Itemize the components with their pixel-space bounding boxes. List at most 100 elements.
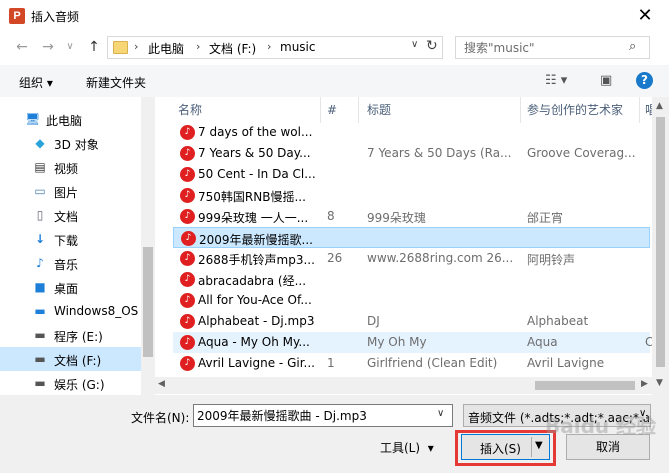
file-num-cell: 8 [327,209,335,223]
file-row[interactable]: ♪ 50 Cent - In Da Cl... [173,164,650,185]
sidebar-item-3d-objects[interactable]: ◆ 3D 对象 [0,131,141,155]
sidebar-item-this-pc[interactable]: 🖥 此电脑 [0,107,141,131]
new-folder-button[interactable]: 新建文件夹 [86,74,146,91]
scroll-left-icon[interactable]: ◀ [158,379,165,389]
navigation-bar: ← → ∨ ↑ › 此电脑 › 文档 (F:) › music ∨ ↻ ⌕ [0,31,669,65]
sidebar-item-music[interactable]: ♪ 音乐 [0,251,141,275]
document-icon: ▯ [36,208,44,222]
window-title: 插入音频 [31,10,80,24]
music-file-icon: ♪ [180,167,195,182]
file-title-cell: DJ [367,314,380,328]
annotation-highlight [455,430,556,466]
scrollbar-thumb[interactable] [535,381,635,390]
sidebar-item-drive-e[interactable]: ▬ 程序 (E:) [0,323,141,347]
sidebar-item-downloads[interactable]: ↓ 下载 [0,227,141,251]
file-title-cell: My Oh My [367,335,427,349]
column-header-name[interactable]: 名称 [178,97,202,123]
file-row[interactable]: ♪ 7 Years & 50 Day... 7 Years & 50 Days (R… [173,143,650,164]
up-button[interactable]: ↑ [84,37,104,57]
tools-dropdown-arrow: ▾ [427,441,434,455]
file-row[interactable]: ♪ 2688手机铃声mp3... 26 www.2688ring.com 26... 阿… [173,248,650,269]
address-bar[interactable]: › 此电脑 › 文档 (F:) › music ∨ ↻ [107,36,443,59]
sidebar-item-documents[interactable]: ▯ 文档 [0,203,141,227]
scroll-down-icon[interactable]: ▼ [656,378,663,388]
sidebar-item-label: 程序 (E:) [54,330,103,344]
music-file-icon: ♪ [180,251,195,266]
help-icon[interactable]: ? [636,72,653,89]
sidebar-item-label: 下载 [54,234,79,248]
preview-pane-icon[interactable]: ▣ [600,73,612,88]
folder-icon [113,41,128,54]
file-name-cell: Alphabeat - Dj.mp3 [198,314,315,328]
back-button[interactable]: ← [12,37,32,57]
file-artist-cell: 阿明铃声 [527,253,576,267]
close-button[interactable]: ✕ [622,0,668,31]
navigation-scrollbar[interactable] [141,97,155,395]
scroll-right-icon[interactable]: ▶ [641,379,648,389]
file-row[interactable]: ♪ Aqua - My Oh My... My Oh My Aqua C [173,332,653,353]
sidebar-item-drive-f[interactable]: ▬ 文档 (F:) [0,347,141,371]
sidebar-item-label: Windows8_OS [54,304,139,318]
file-list: ^ 名称 # 标题 参与创作的艺术家 唱 ♪ 7 days of the wol.… [168,97,669,395]
column-divider[interactable] [358,97,359,123]
file-row[interactable]: ♪ 2009年最新慢摇歌... [173,227,650,248]
file-row[interactable]: ♪ 999朵玫瑰 一人一... 8 999朵玫瑰 邰正宵 [173,206,650,227]
column-header-title[interactable]: 标题 [367,97,391,123]
column-divider[interactable] [520,97,521,123]
sidebar-item-label: 音乐 [54,258,79,272]
command-bar: 组织 ▾ 新建文件夹 ☷ ▾ ▣ ? [0,65,669,97]
file-row[interactable]: ♪ All for You-Ace Of... [173,290,650,311]
chevron-down-icon[interactable]: ∨ [437,408,444,419]
file-title-cell: Girlfriend (Clean Edit) [367,356,498,370]
horizontal-scrollbar[interactable]: ◀ ▶ [155,377,652,394]
file-artist-cell: Aqua [527,335,558,349]
sidebar-item-drive-g[interactable]: ▬ 娱乐 (G:) [0,371,141,395]
search-input[interactable] [456,37,626,58]
column-divider[interactable] [320,97,321,123]
filename-combobox[interactable]: ∨ [193,404,453,427]
tools-button[interactable]: 工具(L) ▾ [380,439,434,456]
music-file-icon: ♪ [180,293,195,308]
drive-icon: ▬ [34,328,46,342]
file-row[interactable]: ♪ abracadabra (经... [173,269,650,290]
search-box[interactable]: ⌕ [455,36,650,59]
scroll-up-icon[interactable]: ▲ [656,101,663,111]
breadcrumb-documents-drive[interactable]: 文档 (F:) [209,40,256,57]
filename-input[interactable] [194,405,434,426]
column-divider[interactable] [639,97,640,123]
sidebar-item-label: 桌面 [54,282,79,296]
breadcrumb-this-pc[interactable]: 此电脑 [148,40,184,57]
file-name-cell: 7 Years & 50 Day... [198,146,311,160]
forward-button[interactable]: → [38,37,58,57]
file-artist-cell: 邰正宵 [527,211,564,225]
sidebar-item-windows8-os[interactable]: ▬ Windows8_OS [0,299,141,323]
drive-icon: ▬ [34,352,46,366]
file-row[interactable]: ♪ 7 days of the wol... [173,122,650,143]
chevron-right-icon: › [196,40,201,53]
sidebar-item-pictures[interactable]: ▭ 图片 [0,179,141,203]
search-icon[interactable]: ⌕ [629,39,636,54]
desktop-icon: ■ [34,280,46,294]
sidebar-item-desktop[interactable]: ■ 桌面 [0,275,141,299]
powerpoint-icon: P [9,8,25,24]
file-row[interactable]: ♪ Alphabeat - Dj.mp3 DJ Alphabeat [173,311,650,332]
scrollbar-thumb[interactable] [143,247,153,357]
column-header-artist[interactable]: 参与创作的艺术家 [527,97,623,123]
column-header-number[interactable]: # [327,97,337,123]
organize-button[interactable]: 组织 ▾ [19,74,53,91]
scrollbar-thumb[interactable] [656,117,665,367]
address-dropdown-icon[interactable]: ∨ [411,39,418,50]
file-name-cell: 2009年最新慢摇歌... [199,233,313,247]
file-list-scrollbar[interactable]: ▲ ▼ [652,97,669,395]
music-file-icon: ♪ [180,356,195,371]
computer-icon: 🖥 [25,112,41,126]
file-row[interactable]: ♪ Avril Lavigne - Gir... 1 Girlfriend (Clea… [173,353,650,374]
breadcrumb-music[interactable]: music [280,40,315,54]
refresh-icon[interactable]: ↻ [426,38,438,54]
sidebar-item-label: 图片 [54,186,79,200]
view-options-icon[interactable]: ☷ ▾ [545,73,567,88]
sidebar-item-videos[interactable]: ▤ 视频 [0,155,141,179]
file-row[interactable]: ♪ 750韩国RNB慢摇... [173,185,650,206]
music-file-icon: ♪ [180,272,195,287]
recent-locations-button[interactable]: ∨ [60,37,80,57]
